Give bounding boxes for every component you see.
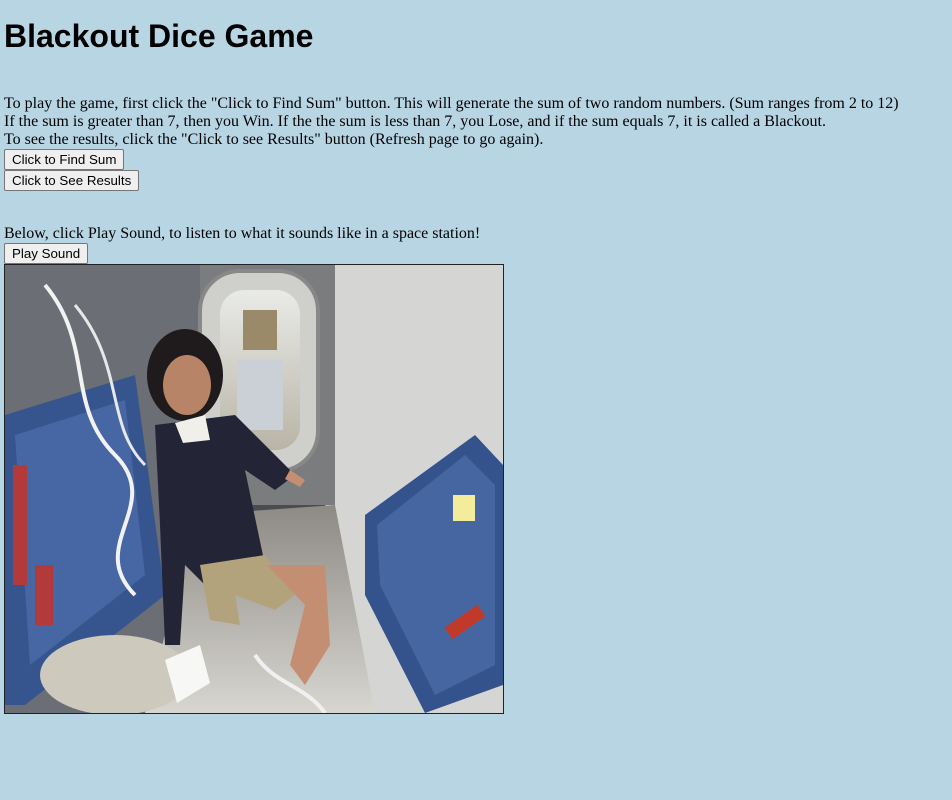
see-results-button[interactable]: Click to See Results: [4, 170, 140, 191]
instruction-line-3: To see the results, click the "Click to …: [4, 131, 544, 148]
instruction-line-2: If the sum is greater than 7, then you W…: [4, 113, 826, 130]
instruction-line-1: To play the game, first click the "Click…: [4, 95, 899, 112]
space-station-photo: [4, 264, 504, 714]
page-title: Blackout Dice Game: [4, 18, 314, 54]
play-sound-button[interactable]: Play Sound: [4, 243, 89, 264]
sound-prompt: Below, click Play Sound, to listen to wh…: [4, 225, 481, 242]
find-sum-button[interactable]: Click to Find Sum: [4, 149, 125, 170]
